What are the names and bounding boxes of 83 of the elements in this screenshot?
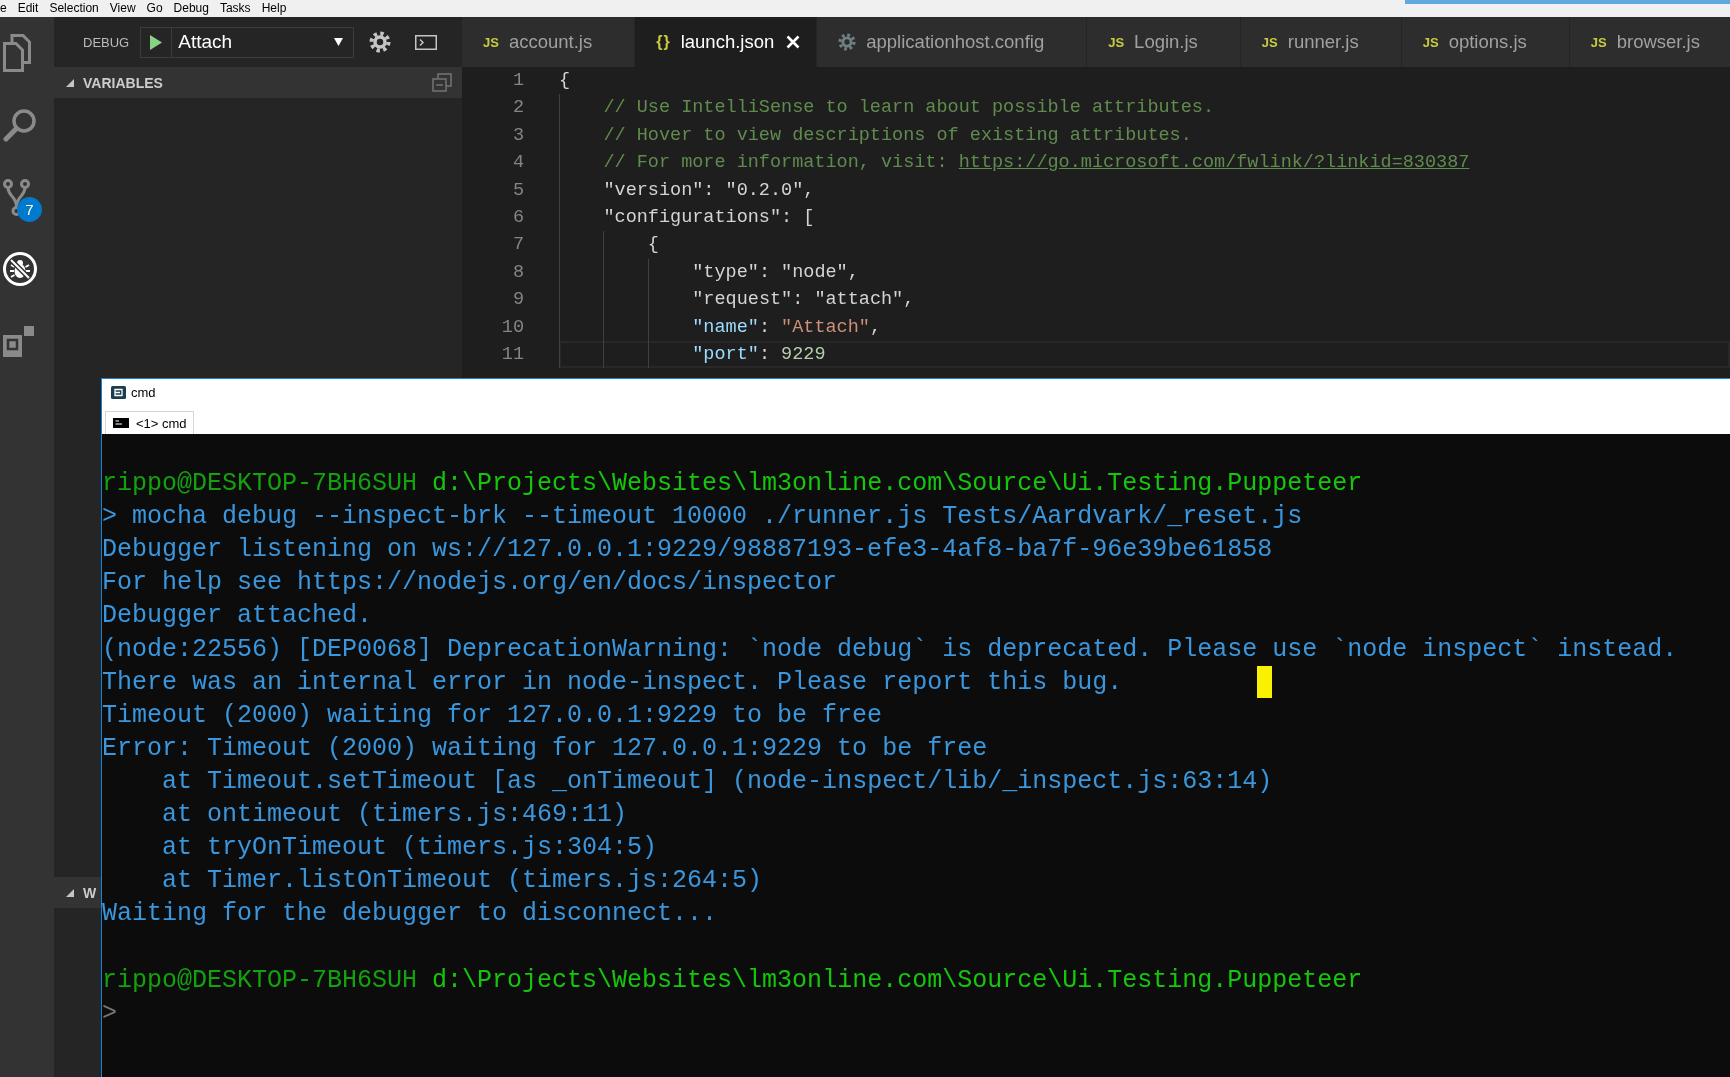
console-icon[interactable] (415, 34, 438, 50)
prompt-user: rippo@DESKTOP-7BH6SUH (102, 468, 418, 501)
menu-item[interactable]: Tasks (214, 0, 257, 17)
code-line: { (559, 69, 571, 93)
collapse-all-icon[interactable] (432, 73, 452, 92)
editor-tab[interactable]: {} launch.json (635, 17, 818, 67)
line-number: 7 (512, 234, 524, 256)
window-title: cmd (131, 385, 156, 400)
terminal-output: Timeout (2000) waiting for 127.0.0.1:9229 to be free (102, 699, 883, 732)
extensions-icon[interactable] (3, 325, 34, 357)
editor-tab[interactable]: JS runner.js (1240, 17, 1402, 67)
terminal-output: For help see https://nodejs.org/en/docs/inspector (102, 567, 838, 600)
debug-label: DEBUG (83, 34, 130, 50)
gear-icon (838, 33, 857, 51)
section-header[interactable]: W (54, 877, 101, 908)
braces-icon: {} (656, 33, 671, 51)
menu-item[interactable]: Edit (12, 0, 44, 17)
prompt-user: rippo@DESKTOP-7BH6SUH (102, 964, 418, 997)
line-number: 9 (512, 289, 524, 311)
editor-tab[interactable]: applicationhost.config (817, 17, 1088, 67)
terminal-output: at ontimeout (timers.js:469:11) (162, 799, 628, 832)
terminal-output: at Timeout.setTimeout [as _onTimeout] (node-inspect/lib/_inspect.js:63:14) (162, 765, 1273, 798)
terminal-output: Error: Timeout (2000) waiting for 127.0.0.1:9229 to be free (102, 732, 988, 765)
terminal-output: at tryOnTimeout (timers.js:304:5) (162, 832, 658, 865)
terminal-output: at Timer.listOnTimeout (timers.js:264:5) (162, 865, 763, 898)
close-icon[interactable] (786, 35, 801, 49)
prompt-path: d:\Projects\Websites\lm3online.com\Source\Ui.Testing.Puppeteer (432, 964, 1363, 997)
editor-tab[interactable]: JS account.js (462, 17, 636, 67)
js-file-icon: JS (1108, 34, 1125, 50)
line-number: 11 (501, 343, 524, 365)
terminal-output: There was an internal error in node-inspect. Please report this bug. (102, 666, 1123, 699)
code-line: "name": "Attach", (692, 315, 882, 340)
line-number: 2 (512, 97, 524, 119)
search-icon[interactable] (3, 108, 37, 142)
terminal-output: Debugger attached. (102, 600, 373, 633)
editor-tab[interactable]: JS browser.js (1569, 17, 1730, 67)
line-number: 3 (512, 124, 524, 146)
bug-icon[interactable] (3, 252, 37, 286)
menu-item[interactable]: Help (256, 0, 292, 17)
code-line: "version": "0.2.0", (603, 178, 815, 203)
console-tab[interactable]: <1> cmd (105, 411, 194, 434)
prompt-symbol: > (102, 997, 117, 1030)
settings-icon[interactable] (369, 31, 392, 53)
command-prompt-icon (113, 418, 129, 428)
code-line: "type": "node", (692, 260, 859, 285)
menu-item[interactable]: e (0, 0, 13, 17)
code-line: "port": 9229 (692, 342, 826, 367)
terminal-output: (node:22556) [DEP0068] DeprecationWarning: `node debug` is deprecated. Please use `node inspect` instead. (102, 633, 1678, 666)
js-file-icon: JS (1261, 34, 1278, 50)
line-number: 4 (512, 152, 524, 174)
menu-item[interactable]: Go (141, 0, 169, 17)
code-line: "request": "attach", (692, 288, 915, 313)
line-number: 1 (512, 70, 524, 91)
menu-item[interactable]: View (104, 0, 142, 17)
js-file-icon: JS (1590, 34, 1607, 50)
app-icon (111, 386, 126, 399)
code-line: { (647, 233, 659, 258)
play-icon (150, 34, 163, 50)
editor-tab[interactable]: JS options.js (1401, 17, 1570, 67)
editor-tab[interactable]: JS Login.js (1087, 17, 1241, 67)
command-text: > mocha debug --inspect-brk --timeout 10000 ./runner.js Tests/Aardvark/_reset.js (102, 501, 1303, 534)
terminal-output: Waiting for the debugger to disconnect... (102, 898, 718, 931)
code-line: // Use IntelliSense to learn about possible attributes. (603, 96, 1215, 121)
js-file-icon: JS (483, 34, 499, 50)
line-number: 10 (501, 316, 524, 338)
start-debugging-button[interactable] (140, 26, 172, 58)
code-line: // For more information, visit: https://go.microsoft.com/fwlink/?linkid=830387 (603, 151, 1470, 176)
line-number: 6 (512, 206, 524, 228)
prompt-path: d:\Projects\Websites\lm3online.com\Source\Ui.Testing.Puppeteer (432, 468, 1363, 501)
section-header[interactable]: VARIABLES (54, 67, 462, 98)
js-file-icon: JS (1422, 34, 1439, 50)
count-badge: 7 (17, 197, 42, 222)
code-line: "configurations": [ (603, 205, 815, 230)
menu-item[interactable]: Debug (168, 0, 215, 17)
line-number: 8 (512, 261, 524, 283)
menu-item[interactable]: Selection (43, 0, 105, 17)
files-icon[interactable] (3, 34, 31, 72)
line-number: 5 (512, 179, 524, 201)
caret-icon (334, 38, 344, 46)
configuration-dropdown[interactable]: Attach (171, 26, 355, 58)
terminal-output: Debugger listening on ws://127.0.0.1:9229/98887193-efe3-4af8-ba7f-96e39be61858 (102, 534, 1273, 567)
code-link[interactable]: https://go.microsoft.com/fwlink/?linkid=830387 (958, 152, 1470, 174)
code-line: // Hover to view descriptions of existing attributes. (603, 123, 1192, 148)
